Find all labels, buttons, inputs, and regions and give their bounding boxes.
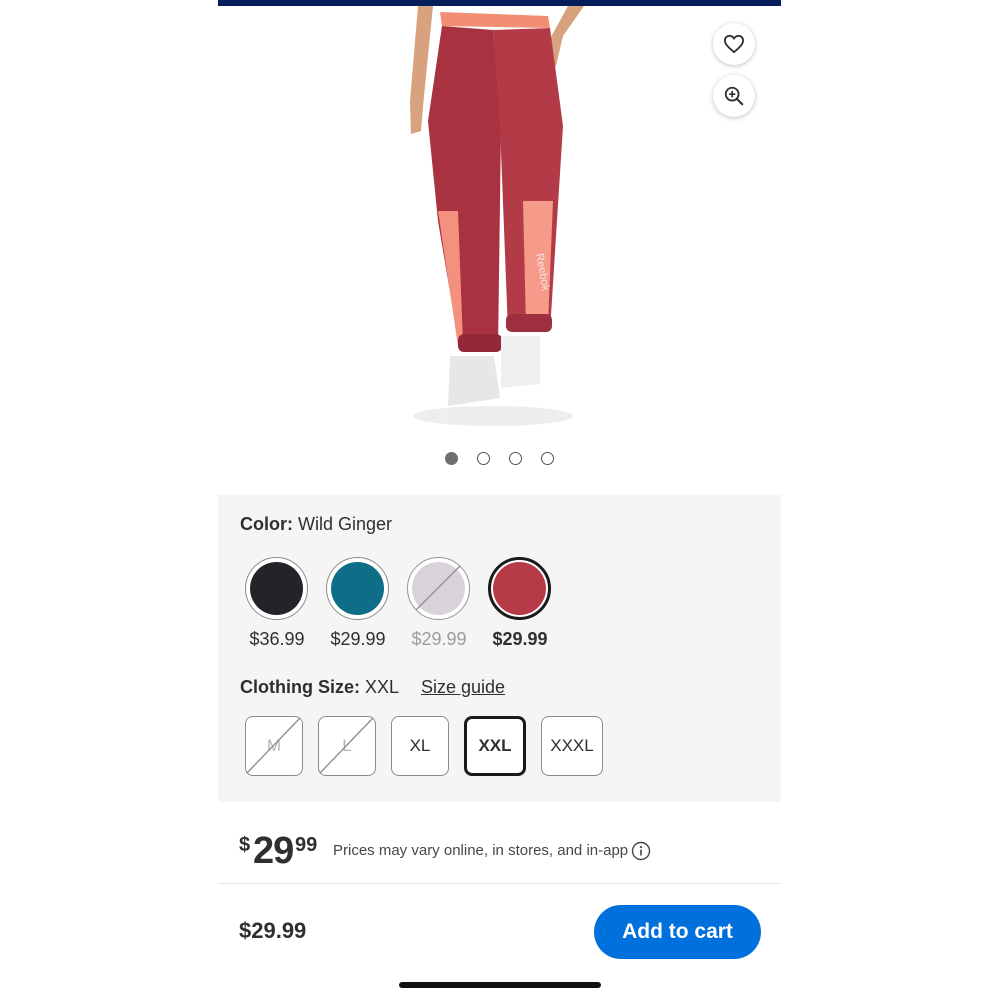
heart-icon — [723, 34, 745, 54]
size-label: Clothing Size: XXL — [240, 677, 399, 698]
variant-options-panel: Color: Wild Ginger $36.99 $29.99 $29.99 $29… — [218, 495, 781, 802]
carousel-dot[interactable] — [541, 452, 554, 465]
sticky-footer-price: $29.99 — [239, 918, 307, 943]
color-swatch-price: $36.99 — [249, 629, 305, 649]
size-label-title: Clothing Size: — [240, 677, 360, 697]
color-label-value: Wild Ginger — [298, 514, 393, 534]
product-photo: Reebok — [410, 6, 584, 426]
add-to-cart-button[interactable]: Add to cart — [594, 905, 761, 959]
price-cents: 99 — [295, 834, 318, 856]
size-option-label: XL — [409, 736, 431, 755]
size-option-button[interactable]: XXXL — [541, 716, 603, 776]
home-indicator — [399, 982, 601, 988]
color-swatch-price: $29.99 — [330, 629, 386, 649]
carousel-dot[interactable] — [477, 452, 490, 465]
info-icon[interactable] — [631, 841, 651, 861]
color-label: Color: Wild Ginger — [240, 514, 392, 535]
color-label-title: Color: — [240, 514, 293, 534]
unavailable-strike-icon — [246, 717, 301, 774]
color-swatch-price: $29.99 — [411, 629, 467, 649]
carousel-dot[interactable] — [509, 452, 522, 465]
price-section: $ 29 99 Prices may vary online, in store… — [218, 820, 781, 884]
color-swatch-fill — [331, 562, 384, 615]
size-option-label: XXXL — [550, 736, 594, 755]
zoom-in-icon — [724, 86, 744, 106]
size-option-button[interactable]: XL — [391, 716, 449, 776]
product-image[interactable]: Reebok — [218, 6, 781, 431]
size-option-button[interactable]: M — [245, 716, 303, 776]
size-option-label: XXL — [478, 736, 512, 755]
price-currency: $ — [239, 834, 251, 856]
size-guide-link[interactable]: Size guide — [421, 677, 505, 698]
price-note: Prices may vary online, in stores, and i… — [333, 842, 629, 859]
zoom-button[interactable] — [713, 75, 755, 117]
favorite-button[interactable] — [713, 23, 755, 65]
price-whole: 29 — [253, 830, 294, 872]
size-option-button[interactable]: XXL — [464, 716, 526, 776]
color-swatch[interactable] — [407, 557, 470, 620]
size-option-button[interactable]: L — [318, 716, 376, 776]
color-swatch-fill — [250, 562, 303, 615]
unavailable-strike-icon — [319, 717, 374, 774]
carousel-dot[interactable] — [445, 452, 458, 465]
color-swatch[interactable] — [326, 557, 389, 620]
color-swatch-fill — [493, 562, 546, 615]
color-swatch[interactable] — [245, 557, 308, 620]
image-carousel-dots — [445, 452, 554, 465]
size-label-value: XXL — [365, 677, 400, 697]
color-swatch[interactable] — [488, 557, 551, 620]
color-swatch-price: $29.99 — [492, 629, 548, 649]
unavailable-strike-icon — [415, 565, 461, 611]
